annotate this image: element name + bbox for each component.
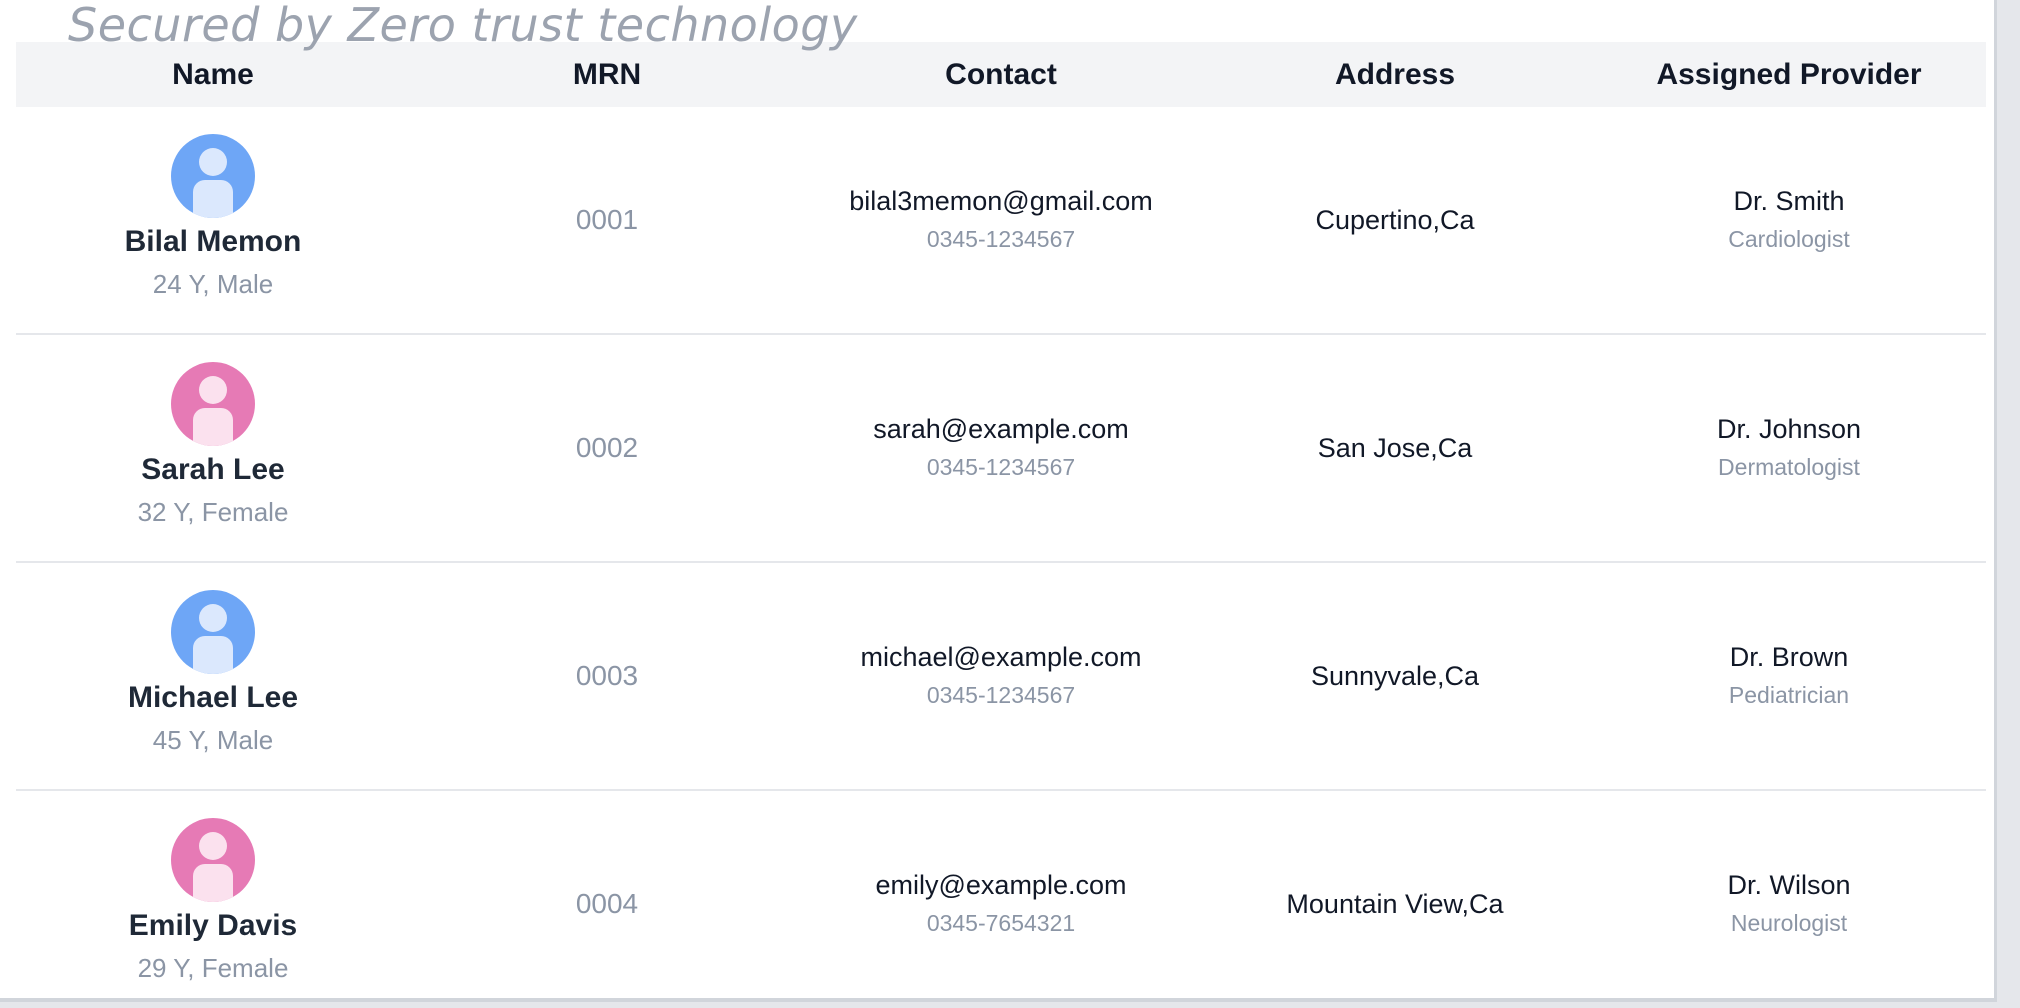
column-header-address[interactable]: Address [1198,58,1592,92]
provider-specialty: Cardiologist [1728,226,1850,252]
contact-cell: sarah@example.com 0345-1234567 [804,410,1198,486]
contact-cell: emily@example.com 0345-7654321 [804,866,1198,942]
mrn-cell: 0003 [410,660,804,692]
provider-cell: Dr. Brown Pediatrician [1592,638,1986,714]
security-caption: Secured by Zero trust technology [68,0,858,52]
patient-name[interactable]: Emily Davis [129,906,297,946]
address-value: Cupertino,Ca [1315,204,1475,235]
name-cell: Michael Lee 45 Y, Male [16,590,410,762]
user-avatar-icon [171,362,255,446]
provider-name: Dr. Wilson [1727,870,1851,900]
contact-phone: 0345-1234567 [926,454,1076,480]
address-value: Mountain View,Ca [1286,888,1504,919]
patient-age-gender: 29 Y, Female [137,953,289,983]
patients-table: Name MRN Contact Address Assigned Provid… [16,42,1986,998]
address-value: Sunnyvale,Ca [1310,660,1480,691]
mrn-value: 0003 [575,660,639,691]
provider-name: Dr. Brown [1729,642,1849,672]
patient-name[interactable]: Michael Lee [128,678,298,718]
provider-specialty: Dermatologist [1718,454,1860,480]
contact-cell: bilal3memon@gmail.com 0345-1234567 [804,182,1198,258]
mrn-cell: 0001 [410,204,804,236]
table-row[interactable]: Emily Davis 29 Y, Female 0004 emily@exam… [16,791,1986,998]
patient-age-gender: 24 Y, Male [152,269,274,299]
provider-cell: Dr. Smith Cardiologist [1592,182,1986,258]
mrn-cell: 0002 [410,432,804,464]
mrn-value: 0001 [575,204,639,235]
patient-age-gender: 32 Y, Female [137,497,289,527]
contact-cell: michael@example.com 0345-1234567 [804,638,1198,714]
contact-email[interactable]: michael@example.com [860,638,1141,676]
contact-email[interactable]: emily@example.com [876,866,1127,904]
patient-name[interactable]: Sarah Lee [141,450,284,490]
user-avatar-icon [171,818,255,902]
address-cell: Cupertino,Ca [1198,205,1592,236]
user-avatar-icon [171,134,255,218]
name-cell: Bilal Memon 24 Y, Male [16,134,410,306]
address-cell: Mountain View,Ca [1198,889,1592,920]
table-row[interactable]: Bilal Memon 24 Y, Male 0001 bilal3memon@… [16,107,1986,335]
mrn-value: 0002 [575,432,639,463]
column-header-name[interactable]: Name [16,58,410,92]
provider-specialty: Pediatrician [1728,682,1850,708]
patient-age-gender: 45 Y, Male [152,725,274,755]
user-avatar-icon [171,590,255,674]
provider-name: Dr. Johnson [1716,414,1862,444]
name-cell: Sarah Lee 32 Y, Female [16,362,410,534]
column-header-contact[interactable]: Contact [804,58,1198,92]
patients-panel: Secured by Zero trust technology Name MR… [0,0,1997,1002]
column-header-mrn[interactable]: MRN [410,58,804,92]
contact-phone: 0345-1234567 [926,682,1076,708]
patient-name[interactable]: Bilal Memon [125,222,302,262]
contact-phone: 0345-7654321 [926,910,1076,936]
contact-phone: 0345-1234567 [926,226,1076,252]
provider-cell: Dr. Wilson Neurologist [1592,866,1986,942]
provider-name: Dr. Smith [1733,186,1845,216]
provider-cell: Dr. Johnson Dermatologist [1592,410,1986,486]
address-value: San Jose,Ca [1317,432,1473,463]
column-header-provider[interactable]: Assigned Provider [1592,58,1986,92]
provider-specialty: Neurologist [1730,910,1848,936]
contact-email[interactable]: sarah@example.com [873,410,1129,448]
mrn-value: 0004 [575,888,639,919]
table-row[interactable]: Sarah Lee 32 Y, Female 0002 sarah@exampl… [16,335,1986,563]
address-cell: San Jose,Ca [1198,433,1592,464]
mrn-cell: 0004 [410,888,804,920]
address-cell: Sunnyvale,Ca [1198,661,1592,692]
table-row[interactable]: Michael Lee 45 Y, Male 0003 michael@exam… [16,563,1986,791]
contact-email[interactable]: bilal3memon@gmail.com [849,182,1153,220]
name-cell: Emily Davis 29 Y, Female [16,818,410,990]
